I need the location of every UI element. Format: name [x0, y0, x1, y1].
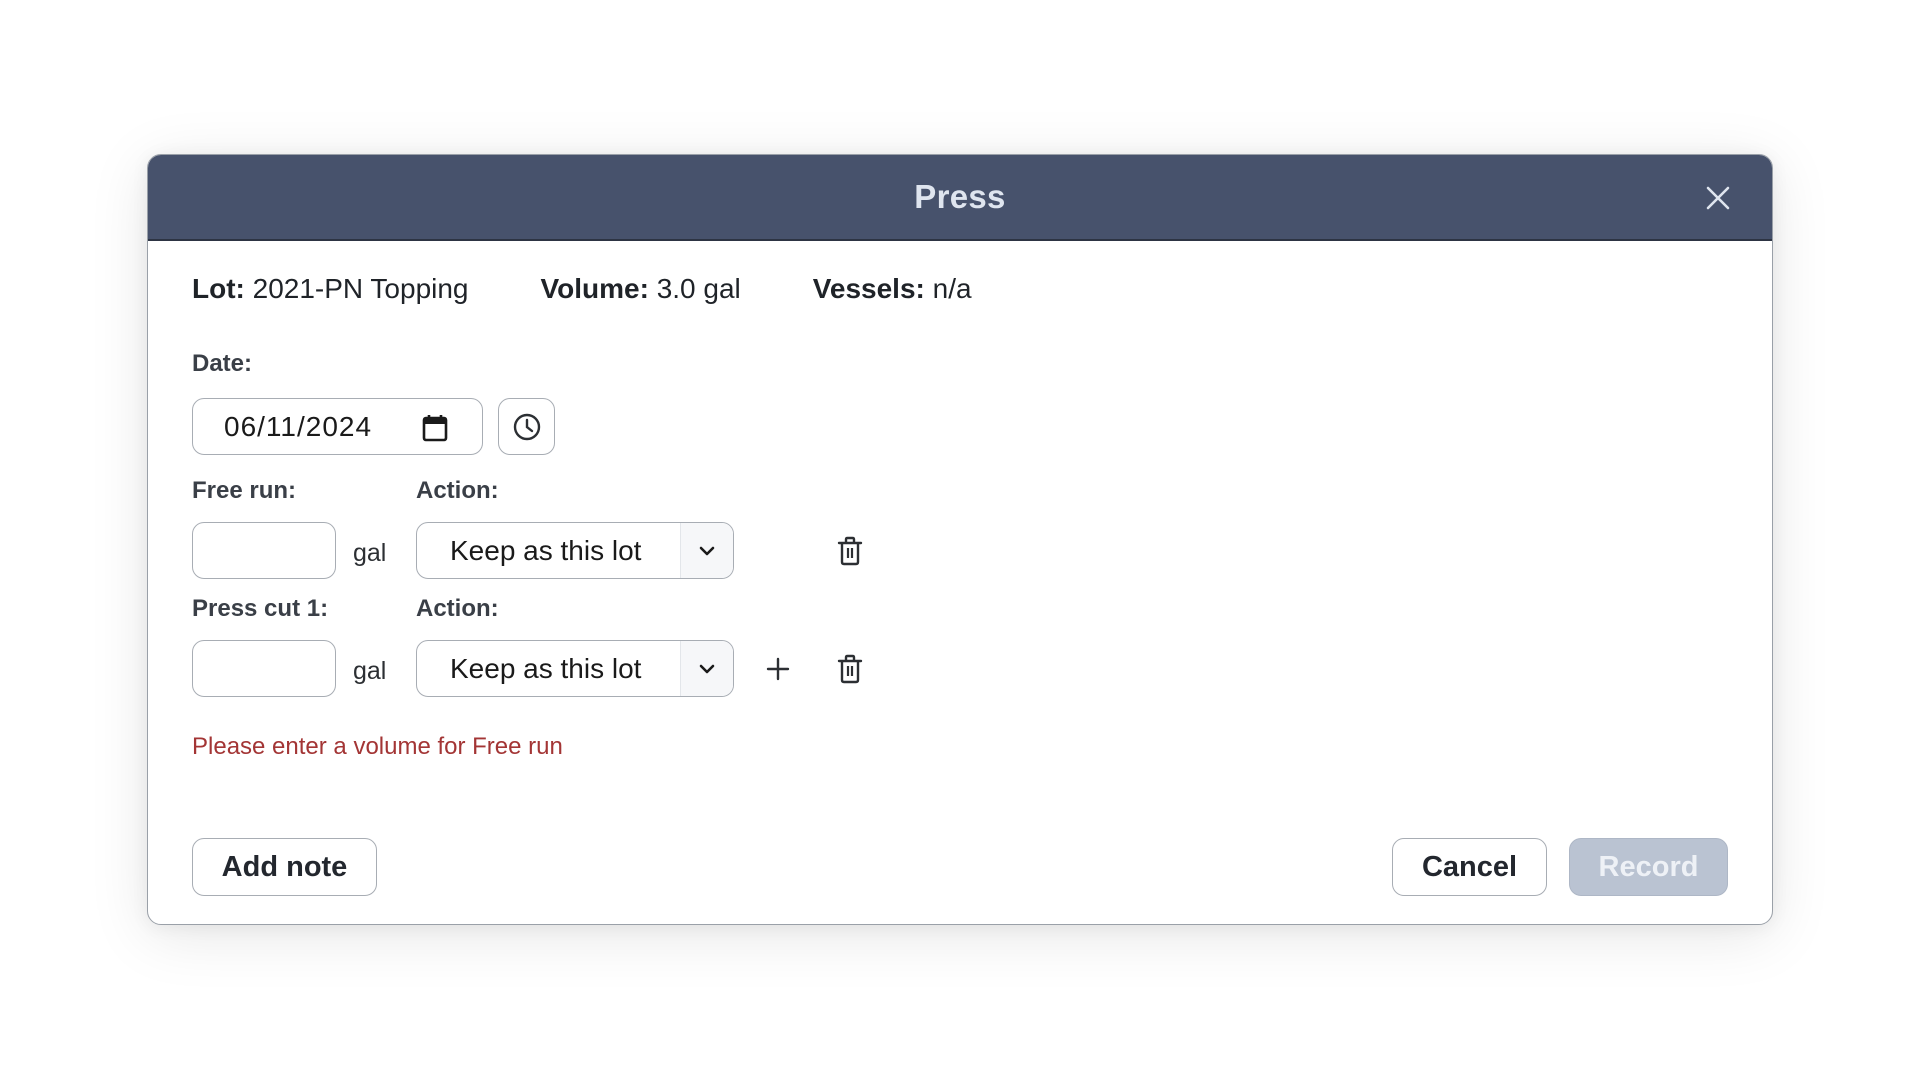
free-run-delete-button[interactable] — [832, 533, 868, 569]
press-cut-1-action-value: Keep as this lot — [450, 652, 642, 684]
chevron-down-icon — [680, 641, 733, 696]
press-cut-1-delete-button[interactable] — [832, 651, 868, 687]
free-run-label: Free run: — [192, 477, 297, 504]
clock-icon — [513, 413, 540, 440]
record-button[interactable]: Record — [1569, 838, 1728, 896]
validation-error: Please enter a volume for Free run — [192, 733, 563, 760]
free-run-volume-input[interactable] — [192, 522, 336, 579]
free-run-action-value: Keep as this lot — [450, 534, 642, 566]
date-label: Date: — [192, 350, 253, 377]
time-button[interactable] — [498, 398, 555, 455]
press-cut-1-action-select[interactable]: Keep as this lot — [416, 640, 734, 697]
cancel-button[interactable]: Cancel — [1392, 838, 1547, 896]
add-press-cut-button[interactable] — [760, 651, 796, 687]
vessels-info-item: Vessels: n/a — [812, 273, 972, 304]
calendar-icon[interactable] — [422, 414, 448, 442]
lot-info-item: Lot: 2021-PN Topping — [192, 273, 469, 304]
date-input[interactable]: 06/11/2024 — [192, 398, 483, 455]
vessels-value: n/a — [932, 273, 972, 304]
press-cut-1-label: Press cut 1: — [192, 595, 329, 622]
date-value: 06/11/2024 — [224, 410, 373, 442]
close-button[interactable] — [1700, 180, 1736, 216]
dialog-title: Press — [914, 178, 1006, 215]
close-icon — [1706, 186, 1730, 210]
plus-icon — [766, 657, 790, 681]
volume-value: 3.0 gal — [656, 273, 741, 304]
trash-icon — [837, 654, 863, 684]
trash-icon — [837, 536, 863, 566]
press-dialog: Press Lot: 2021-PN Topping Volume: 3.0 g… — [147, 154, 1773, 925]
volume-info-item: Volume: 3.0 gal — [540, 273, 741, 304]
chevron-down-icon — [680, 523, 733, 578]
press-cut-1-volume-input[interactable] — [192, 640, 336, 697]
lot-info: Lot: 2021-PN Topping Volume: 3.0 gal Ves… — [192, 273, 972, 305]
free-run-action-label: Action: — [416, 477, 499, 504]
press-cut-1-action-label: Action: — [416, 595, 499, 622]
lot-value: 2021-PN Topping — [252, 273, 469, 304]
free-run-unit: gal — [353, 539, 387, 567]
press-cut-1-unit: gal — [353, 657, 387, 685]
free-run-action-select[interactable]: Keep as this lot — [416, 522, 734, 579]
add-note-button[interactable]: Add note — [192, 838, 377, 896]
dialog-header: Press — [148, 155, 1772, 241]
